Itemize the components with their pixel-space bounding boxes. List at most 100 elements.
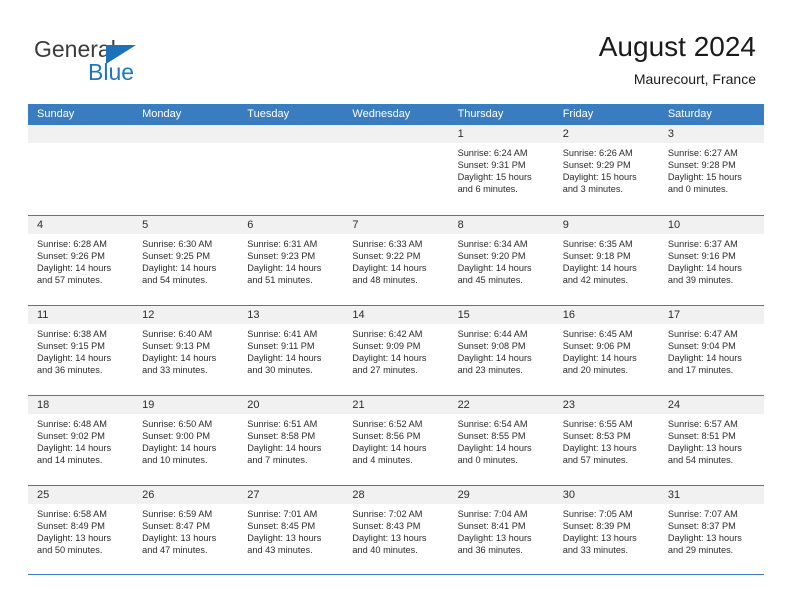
daylight-text-line1: Daylight: 14 hours (352, 443, 427, 454)
daylight-text-line1: Daylight: 14 hours (37, 353, 112, 364)
sunset-text: Sunset: 9:16 PM (667, 251, 736, 262)
daylight-text-line2: and 51 minutes. (247, 275, 313, 286)
day-sun-info: Sunrise: 6:57 AM Sunset: 8:51 PM Daylight:… (659, 414, 764, 466)
sunrise-text: Sunrise: 7:04 AM (457, 509, 528, 519)
day-number: 8 (448, 216, 554, 234)
day-cell[interactable]: 13 Sunrise: 6:41 AM Sunset: 9:11 PM Dayligh… (238, 306, 344, 395)
day-sun-info: Sunrise: 6:42 AM Sunset: 9:09 PM Daylight:… (343, 324, 448, 376)
daylight-text-line2: and 39 minutes. (667, 275, 734, 286)
weekday-header-thursday: Thursday (457, 108, 504, 120)
sunset-text: Sunset: 9:06 PM (562, 341, 631, 352)
sunset-text: Sunset: 8:51 PM (667, 431, 736, 442)
day-sun-info: Sunrise: 6:30 AM Sunset: 9:25 PM Daylight:… (133, 234, 238, 286)
calendar-week-row: 11 Sunrise: 6:38 AM Sunset: 9:15 PM Dayligh… (28, 305, 764, 395)
sunset-text: Sunset: 9:13 PM (142, 341, 211, 352)
day-cell[interactable]: 15 Sunrise: 6:44 AM Sunset: 9:08 PM Dayligh… (448, 306, 554, 395)
day-cell[interactable]: 20 Sunrise: 6:51 AM Sunset: 8:58 PM Dayligh… (238, 396, 344, 485)
day-cell[interactable]: 5 Sunrise: 6:30 AM Sunset: 9:25 PM Daylight… (133, 216, 239, 305)
daylight-text-line1: Daylight: 14 hours (247, 353, 322, 364)
day-cell[interactable]: 12 Sunrise: 6:40 AM Sunset: 9:13 PM Dayligh… (133, 306, 239, 395)
day-cell[interactable]: 2 Sunrise: 6:26 AM Sunset: 9:29 PM Daylight… (553, 125, 659, 215)
day-cell[interactable]: 27 Sunrise: 7:01 AM Sunset: 8:45 PM Dayligh… (238, 486, 344, 574)
day-cell[interactable]: 16 Sunrise: 6:45 AM Sunset: 9:06 PM Dayligh… (553, 306, 659, 395)
day-cell[interactable]: 19 Sunrise: 6:50 AM Sunset: 9:00 PM Dayligh… (133, 396, 239, 485)
day-cell[interactable]: 30 Sunrise: 7:05 AM Sunset: 8:39 PM Dayligh… (553, 486, 659, 574)
day-cell[interactable]: 25 Sunrise: 6:58 AM Sunset: 8:49 PM Dayligh… (28, 486, 134, 574)
day-cell[interactable]: 4 Sunrise: 6:28 AM Sunset: 9:26 PM Daylight… (28, 216, 134, 305)
day-cell[interactable]: 21 Sunrise: 6:52 AM Sunset: 8:56 PM Dayligh… (343, 396, 449, 485)
day-number: 6 (238, 216, 344, 234)
day-number: 14 (343, 306, 449, 324)
daylight-text-line2: and 17 minutes. (667, 365, 734, 376)
daylight-text-line1: Daylight: 14 hours (457, 353, 532, 364)
daylight-text-line1: Daylight: 14 hours (247, 443, 322, 454)
day-number (343, 125, 449, 143)
sunrise-text: Sunrise: 6:27 AM (667, 148, 738, 158)
day-cell[interactable]: 29 Sunrise: 7:04 AM Sunset: 8:41 PM Dayligh… (448, 486, 554, 574)
day-sun-info: Sunrise: 6:58 AM Sunset: 8:49 PM Daylight:… (28, 504, 133, 556)
sunset-text: Sunset: 9:02 PM (37, 431, 105, 442)
daylight-text-line2: and 36 minutes. (457, 545, 523, 556)
day-number: 18 (28, 396, 134, 414)
day-cell[interactable]: 10 Sunrise: 6:37 AM Sunset: 9:16 PM Dayligh… (658, 216, 764, 305)
sunrise-text: Sunrise: 6:54 AM (457, 419, 528, 429)
day-cell[interactable]: 18 Sunrise: 6:48 AM Sunset: 9:02 PM Dayligh… (28, 396, 134, 485)
day-number: 7 (343, 216, 449, 234)
daylight-text-line1: Daylight: 13 hours (142, 533, 217, 544)
day-cell[interactable]: 11 Sunrise: 6:38 AM Sunset: 9:15 PM Dayligh… (28, 306, 134, 395)
day-sun-info: Sunrise: 6:51 AM Sunset: 8:58 PM Daylight:… (238, 414, 343, 466)
day-cell[interactable]: 24 Sunrise: 6:57 AM Sunset: 8:51 PM Dayligh… (658, 396, 764, 485)
weekday-header-row: Sunday Monday Tuesday Wednesday Thursday Frid… (28, 104, 764, 125)
sunrise-text: Sunrise: 6:30 AM (142, 239, 213, 249)
day-cell-empty (343, 125, 449, 215)
day-cell[interactable]: 28 Sunrise: 7:02 AM Sunset: 8:43 PM Dayligh… (343, 486, 449, 574)
day-sun-info: Sunrise: 6:40 AM Sunset: 9:13 PM Daylight:… (133, 324, 238, 376)
general-blue-logo[interactable]: General Blue (34, 36, 254, 92)
day-sun-info: Sunrise: 6:35 AM Sunset: 9:18 PM Daylight:… (554, 234, 659, 286)
sunset-text: Sunset: 8:56 PM (352, 431, 421, 442)
daylight-text-line1: Daylight: 14 hours (352, 353, 427, 364)
daylight-text-line1: Daylight: 14 hours (247, 263, 322, 274)
day-sun-info: Sunrise: 6:48 AM Sunset: 9:02 PM Daylight:… (28, 414, 133, 466)
sunset-text: Sunset: 9:08 PM (457, 341, 526, 352)
day-cell[interactable]: 23 Sunrise: 6:55 AM Sunset: 8:53 PM Dayligh… (553, 396, 659, 485)
day-number: 29 (448, 486, 554, 504)
sunset-text: Sunset: 8:53 PM (562, 431, 631, 442)
day-cell[interactable]: 17 Sunrise: 6:47 AM Sunset: 9:04 PM Dayligh… (658, 306, 764, 395)
day-cell[interactable]: 6 Sunrise: 6:31 AM Sunset: 9:23 PM Daylight… (238, 216, 344, 305)
day-sun-info: Sunrise: 6:24 AM Sunset: 9:31 PM Daylight:… (449, 143, 554, 195)
day-sun-info: Sunrise: 6:37 AM Sunset: 9:16 PM Daylight:… (659, 234, 764, 286)
sunrise-text: Sunrise: 7:02 AM (352, 509, 423, 519)
logo-text-blue: Blue (88, 59, 135, 85)
day-cell[interactable]: 9 Sunrise: 6:35 AM Sunset: 9:18 PM Daylight… (553, 216, 659, 305)
sunrise-text: Sunrise: 6:38 AM (37, 329, 107, 339)
day-sun-info: Sunrise: 6:34 AM Sunset: 9:20 PM Daylight:… (449, 234, 554, 286)
daylight-text-line1: Daylight: 14 hours (562, 353, 637, 364)
daylight-text-line1: Daylight: 13 hours (457, 533, 532, 544)
day-number: 4 (28, 216, 134, 234)
sunrise-text: Sunrise: 6:35 AM (562, 239, 633, 249)
daylight-text-line2: and 45 minutes. (457, 275, 523, 286)
day-sun-info: Sunrise: 6:31 AM Sunset: 9:23 PM Daylight:… (238, 234, 343, 286)
day-number (238, 125, 344, 143)
day-cell[interactable]: 14 Sunrise: 6:42 AM Sunset: 9:09 PM Dayligh… (343, 306, 449, 395)
day-cell[interactable]: 7 Sunrise: 6:33 AM Sunset: 9:22 PM Daylight… (343, 216, 449, 305)
daylight-text-line2: and 7 minutes. (247, 455, 308, 466)
day-cell[interactable]: 22 Sunrise: 6:54 AM Sunset: 8:55 PM Dayligh… (448, 396, 554, 485)
day-sun-info: Sunrise: 6:50 AM Sunset: 9:00 PM Daylight:… (133, 414, 238, 466)
sunrise-text: Sunrise: 6:55 AM (562, 419, 633, 429)
day-sun-info: Sunrise: 7:02 AM Sunset: 8:43 PM Daylight:… (343, 504, 448, 556)
daylight-text-line1: Daylight: 14 hours (352, 263, 427, 274)
daylight-text-line2: and 33 minutes. (562, 545, 629, 556)
day-number: 20 (238, 396, 344, 414)
sunrise-text: Sunrise: 6:52 AM (352, 419, 423, 429)
daylight-text-line2: and 3 minutes. (562, 184, 623, 195)
day-cell[interactable]: 26 Sunrise: 6:59 AM Sunset: 8:47 PM Dayligh… (133, 486, 239, 574)
daylight-text-line2: and 6 minutes. (457, 184, 518, 195)
calendar-grid: Sunday Monday Tuesday Wednesday Thursday Frid… (28, 104, 764, 575)
day-cell[interactable]: 3 Sunrise: 6:27 AM Sunset: 9:28 PM Daylight… (658, 125, 764, 215)
day-cell[interactable]: 31 Sunrise: 7:07 AM Sunset: 8:37 PM Dayligh… (658, 486, 764, 574)
day-cell[interactable]: 8 Sunrise: 6:34 AM Sunset: 9:20 PM Daylight… (448, 216, 554, 305)
day-cell[interactable]: 1 Sunrise: 6:24 AM Sunset: 9:31 PM Daylight… (448, 125, 554, 215)
daylight-text-line2: and 40 minutes. (352, 545, 418, 556)
